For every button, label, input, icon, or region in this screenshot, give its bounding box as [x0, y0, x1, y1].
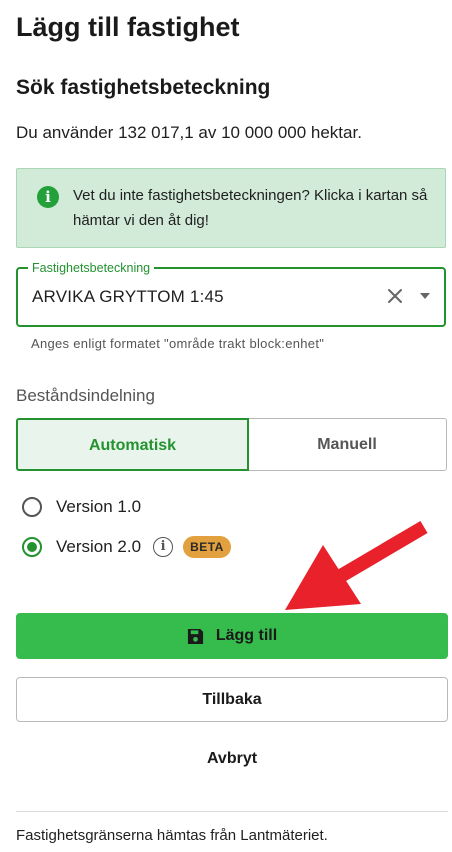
property-designation-field[interactable]: Fastighetsbeteckning ARVIKA GRYTTOM 1:45: [16, 260, 446, 327]
divider: [16, 811, 448, 812]
footer-text: Fastighetsgränserna hämtas från Lantmäte…: [16, 827, 328, 844]
division-toggle: Automatisk Manuell: [16, 418, 447, 471]
division-label: Beståndsindelning: [16, 386, 155, 405]
field-helper-text: Anges enligt formatet "område trakt bloc…: [31, 336, 325, 351]
add-button-label: Lägg till: [215, 627, 278, 644]
section-title: Sök fastighetsbeteckning: [16, 76, 271, 99]
version-1-option[interactable]: Version 1.0: [22, 495, 141, 519]
version-2-label: Version 2.0: [56, 537, 142, 556]
beta-badge: BETA: [183, 536, 231, 558]
page-title: Lägg till fastighet: [16, 12, 240, 42]
radio-version-1[interactable]: [22, 497, 42, 517]
radio-version-2[interactable]: [22, 537, 42, 557]
add-button[interactable]: Lägg till: [16, 613, 448, 659]
help-icon[interactable]: i: [153, 537, 174, 557]
field-label: Fastighetsbeteckning: [28, 260, 155, 276]
info-alert: i Vet du inte fastighetsbeteckningen? Kl…: [16, 168, 446, 248]
info-message: Vet du inte fastighetsbeteckningen? Klic…: [73, 187, 428, 229]
save-icon: [187, 628, 203, 644]
toggle-automatic[interactable]: Automatisk: [16, 418, 249, 471]
version-1-label: Version 1.0: [56, 497, 142, 516]
info-icon: i: [37, 186, 59, 208]
cancel-button[interactable]: Avbryt: [16, 750, 448, 768]
version-2-option[interactable]: Version 2.0 i BETA: [22, 535, 231, 559]
toggle-manual[interactable]: Manuell: [247, 418, 447, 471]
chevron-down-icon[interactable]: [420, 293, 430, 299]
usage-text: Du använder 132 017,1 av 10 000 000 hekt…: [16, 123, 362, 142]
property-designation-value[interactable]: ARVIKA GRYTTOM 1:45: [32, 287, 224, 307]
back-button[interactable]: Tillbaka: [16, 677, 448, 722]
clear-icon[interactable]: [386, 287, 404, 305]
